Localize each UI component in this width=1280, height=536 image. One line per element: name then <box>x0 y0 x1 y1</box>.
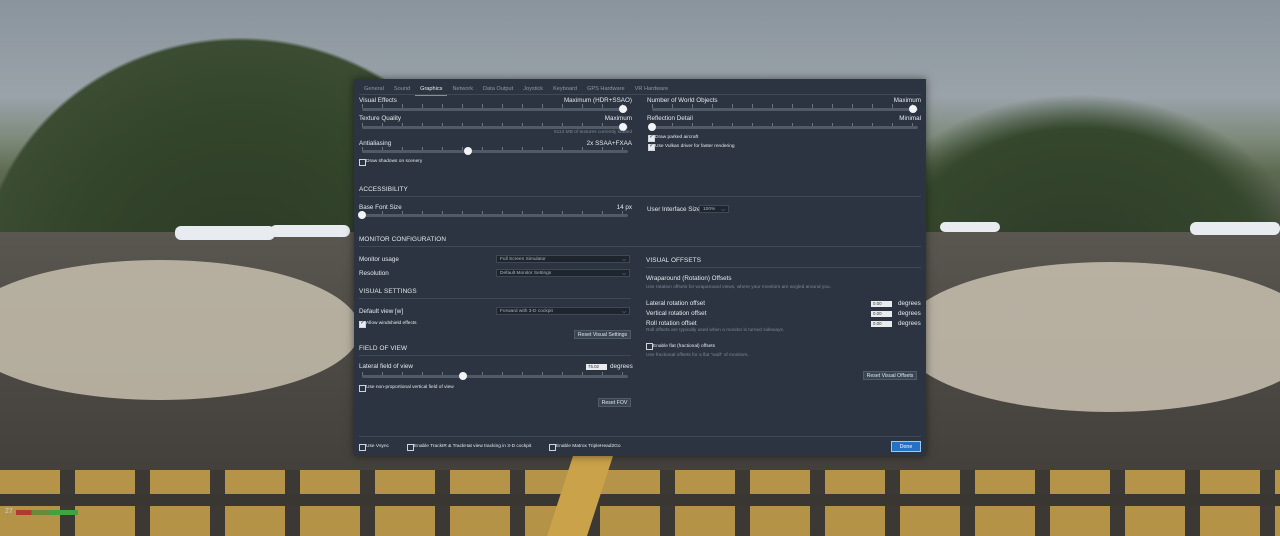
lateral-rotation-unit: degrees <box>898 300 921 307</box>
non-proportional-fov-checkbox[interactable] <box>359 385 366 392</box>
performance-bar <box>16 510 78 515</box>
world-objects-slider-thumb[interactable] <box>908 105 917 113</box>
visual-offsets-heading: VISUAL OFFSETS <box>646 257 702 264</box>
visual-effects-value: Maximum (HDR+SSAO) <box>563 97 632 104</box>
ui-size-dropdown[interactable]: 100% ⌵ <box>699 205 729 213</box>
draw-shadows-label: Draw shadows on scenery <box>366 159 423 164</box>
texture-quality-value: Maximum <box>604 115 632 122</box>
antialiasing-label: Antialiasing <box>359 140 392 147</box>
settings-dialog: General Sound Graphics Network Data Outp… <box>354 79 926 456</box>
visual-effects-slider-thumb[interactable] <box>618 105 627 113</box>
reset-visual-offsets-button[interactable]: Reset Visual Offsets <box>863 371 917 380</box>
base-font-size-label: Base Font Size <box>359 204 402 211</box>
draw-parked-aircraft-checkbox[interactable] <box>648 134 655 142</box>
lateral-fov-slider-thumb[interactable] <box>459 372 468 380</box>
field-of-view-heading: FIELD OF VIEW <box>359 345 408 352</box>
monitor-usage-value: Full Screen Simulator <box>500 257 546 262</box>
world-objects-value: Maximum <box>893 97 921 104</box>
trackir-checkbox[interactable] <box>407 444 414 451</box>
texture-quality-label: Texture Quality <box>359 115 401 122</box>
roll-rotation-note: Roll offsets are typically used when a m… <box>646 328 785 333</box>
roll-rotation-unit: degrees <box>898 320 921 327</box>
base-font-size-slider-thumb[interactable] <box>358 211 366 219</box>
parked-aircraft <box>175 226 275 240</box>
lateral-fov-unit: degrees <box>610 363 633 370</box>
windshield-effects-checkbox[interactable] <box>359 320 366 328</box>
reflection-detail-slider-thumb[interactable] <box>648 123 656 131</box>
fps-counter: 27 <box>5 508 13 515</box>
parked-aircraft <box>1190 222 1280 235</box>
antialiasing-slider-thumb[interactable] <box>464 147 473 155</box>
draw-parked-aircraft-label: Draw parked aircraft <box>655 135 699 140</box>
vsync-label: Use Vsync <box>366 444 389 449</box>
visual-effects-slider[interactable] <box>362 108 628 111</box>
visual-effects-label: Visual Effects <box>359 97 397 104</box>
monitor-usage-label: Monitor usage <box>359 256 399 263</box>
draw-shadows-checkbox[interactable] <box>359 159 366 166</box>
resolution-dropdown[interactable]: Default Monitor Settings ⌵ <box>496 269 630 277</box>
parked-aircraft <box>270 225 350 237</box>
antialiasing-slider[interactable] <box>362 150 628 153</box>
ui-size-label: User Interface Size <box>647 206 701 213</box>
ui-size-value: 100% <box>703 207 716 212</box>
default-view-dropdown[interactable]: Forward with 3-D cockpit ⌵ <box>496 307 630 315</box>
texture-quality-slider[interactable] <box>362 126 628 129</box>
lateral-rotation-input[interactable]: 0.00 <box>871 301 892 307</box>
resolution-label: Resolution <box>359 270 389 277</box>
chevron-down-icon: ⌵ <box>721 207 725 213</box>
matrox-label: Enable Matrox TripleHead2Go <box>556 444 621 449</box>
lateral-fov-label: Lateral field of view <box>359 363 413 370</box>
chevron-down-icon: ⌵ <box>622 257 626 263</box>
texture-memory-note: 5113 MB of textures currently loaded <box>553 130 632 135</box>
done-button[interactable]: Done <box>891 441 921 452</box>
wraparound-offsets-title: Wraparound (Rotation) Offsets <box>646 275 732 282</box>
vertical-rotation-label: Vertical rotation offset <box>646 310 707 317</box>
wraparound-offsets-description: Use rotation offsets for wraparound view… <box>646 285 831 290</box>
trackir-label: Enable TrackIR & TrackHat view tracking … <box>414 444 532 449</box>
default-view-value: Forward with 3-D cockpit <box>500 309 553 314</box>
monitor-config-heading: MONITOR CONFIGURATION <box>359 236 447 243</box>
use-vulkan-label: Use Vulkan driver for faster rendering <box>655 144 735 149</box>
lateral-fov-slider[interactable] <box>362 375 628 378</box>
reflection-detail-label: Reflection Detail <box>647 115 693 122</box>
windshield-effects-label: Allow windshield effects <box>366 321 417 326</box>
roll-rotation-input[interactable]: 0.00 <box>871 321 892 327</box>
roll-rotation-label: Roll rotation offset <box>646 320 697 327</box>
footer-divider <box>359 436 921 437</box>
default-view-label: Default view [w] <box>359 308 404 315</box>
reset-visual-settings-button[interactable]: Reset Visual Settings <box>574 330 631 339</box>
accessibility-heading: ACCESSIBILITY <box>359 186 408 193</box>
tab-divider <box>359 94 921 95</box>
reflection-detail-slider[interactable] <box>652 126 918 129</box>
non-proportional-fov-label: Use non-proportional vertical field of v… <box>366 385 454 390</box>
chevron-down-icon: ⌵ <box>622 271 626 277</box>
flat-offsets-label: Enable flat (fractional) offsets <box>653 344 716 349</box>
matrox-checkbox[interactable] <box>549 444 556 451</box>
resolution-value: Default Monitor Settings <box>500 271 552 276</box>
reflection-detail-value: Minimal <box>899 115 921 122</box>
lateral-rotation-label: Lateral rotation offset <box>646 300 706 307</box>
base-font-size-slider[interactable] <box>362 214 628 217</box>
monitor-usage-dropdown[interactable]: Full Screen Simulator ⌵ <box>496 255 630 263</box>
base-font-size-value: 14 px <box>616 204 632 211</box>
flat-offsets-checkbox[interactable] <box>646 343 653 350</box>
world-objects-label: Number of World Objects <box>647 97 718 104</box>
visual-settings-heading: VISUAL SETTINGS <box>359 288 417 295</box>
vertical-rotation-unit: degrees <box>898 310 921 317</box>
vsync-checkbox[interactable] <box>359 444 366 451</box>
flat-offsets-note: Use fractional offsets for a flat "wall"… <box>646 353 749 358</box>
parked-aircraft <box>940 222 1000 232</box>
vertical-rotation-input[interactable]: 0.00 <box>871 311 892 317</box>
world-objects-slider[interactable] <box>652 108 918 111</box>
reset-fov-button[interactable]: Reset FOV <box>598 398 631 407</box>
lateral-fov-input[interactable]: 75.02 <box>586 364 607 370</box>
use-vulkan-checkbox[interactable] <box>648 143 655 151</box>
chevron-down-icon: ⌵ <box>622 309 626 315</box>
antialiasing-value: 2x SSAA+FXAA <box>586 140 632 147</box>
